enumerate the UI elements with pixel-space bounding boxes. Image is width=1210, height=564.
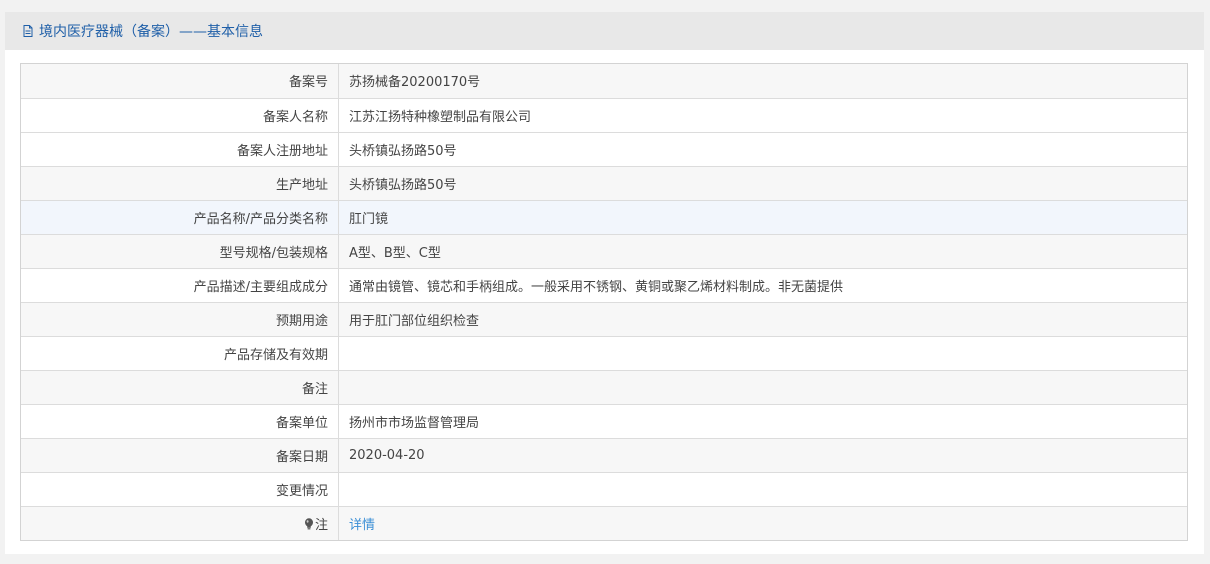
row-value: 肛门镜: [338, 200, 1187, 235]
row-label: 预期用途: [21, 302, 339, 337]
row-label: 变更情况: [21, 472, 339, 507]
row-value: 江苏江扬特种橡塑制品有限公司: [338, 98, 1187, 133]
row-value: 头桥镇弘扬路50号: [338, 132, 1187, 167]
bulb-icon: [304, 518, 314, 530]
info-panel: 境内医疗器械（备案）——基本信息 备案号 苏扬械备20200170号 备案人名称…: [5, 12, 1204, 554]
table-row: 备案人名称 江苏江扬特种橡塑制品有限公司: [21, 98, 1187, 133]
row-label: 备注: [21, 370, 339, 405]
row-value: 扬州市市场监督管理局: [338, 404, 1187, 439]
note-value-cell: 详情: [338, 506, 1187, 540]
table-row: 预期用途 用于肛门部位组织检查: [21, 302, 1187, 337]
table-row-note: 注 详情: [21, 506, 1187, 540]
row-label: 产品存储及有效期: [21, 336, 339, 371]
table-row: 备案单位 扬州市市场监督管理局: [21, 404, 1187, 439]
table-row: 产品名称/产品分类名称 肛门镜: [21, 200, 1187, 235]
row-label: 型号规格/包装规格: [21, 234, 339, 269]
page-title-text: 境内医疗器械（备案）——基本信息: [39, 24, 263, 40]
table-row: 产品存储及有效期: [21, 336, 1187, 371]
row-value: [338, 370, 1187, 405]
row-value: [338, 472, 1187, 507]
panel-header: 境内医疗器械（备案）——基本信息: [5, 12, 1204, 50]
info-table: 备案号 苏扬械备20200170号 备案人名称 江苏江扬特种橡塑制品有限公司 备…: [20, 63, 1188, 541]
row-label: 产品描述/主要组成成分: [21, 268, 339, 303]
table-row: 生产地址 头桥镇弘扬路50号: [21, 166, 1187, 201]
row-label: 产品名称/产品分类名称: [21, 200, 339, 235]
note-label: 注: [314, 517, 328, 533]
table-row: 备案人注册地址 头桥镇弘扬路50号: [21, 132, 1187, 167]
row-value: 2020-04-20: [338, 438, 1187, 473]
row-label: 备案单位: [21, 404, 339, 439]
row-value: [338, 336, 1187, 371]
table-row: 型号规格/包装规格 A型、B型、C型: [21, 234, 1187, 269]
row-value: 苏扬械备20200170号: [338, 64, 1187, 99]
table-row: 备案号 苏扬械备20200170号: [21, 64, 1187, 99]
row-value: 通常由镜管、镜芯和手柄组成。一般采用不锈钢、黄铜或聚乙烯材料制成。非无菌提供: [338, 268, 1187, 303]
row-label: 生产地址: [21, 166, 339, 201]
table-row: 产品描述/主要组成成分 通常由镜管、镜芯和手柄组成。一般采用不锈钢、黄铜或聚乙烯…: [21, 268, 1187, 303]
table-row: 变更情况: [21, 472, 1187, 507]
row-value: 头桥镇弘扬路50号: [338, 166, 1187, 201]
row-label: 备案人注册地址: [21, 132, 339, 167]
row-label: 备案日期: [21, 438, 339, 473]
row-value: A型、B型、C型: [338, 234, 1187, 269]
table-row: 备注: [21, 370, 1187, 405]
note-label-cell: 注: [21, 506, 339, 540]
table-row: 备案日期 2020-04-20: [21, 438, 1187, 473]
row-value: 用于肛门部位组织检查: [338, 302, 1187, 337]
details-link[interactable]: 详情: [349, 518, 375, 533]
row-label: 备案号: [21, 64, 339, 99]
row-label: 备案人名称: [21, 98, 339, 133]
document-icon: [21, 24, 35, 38]
page-title: 境内医疗器械（备案）——基本信息: [21, 21, 263, 41]
